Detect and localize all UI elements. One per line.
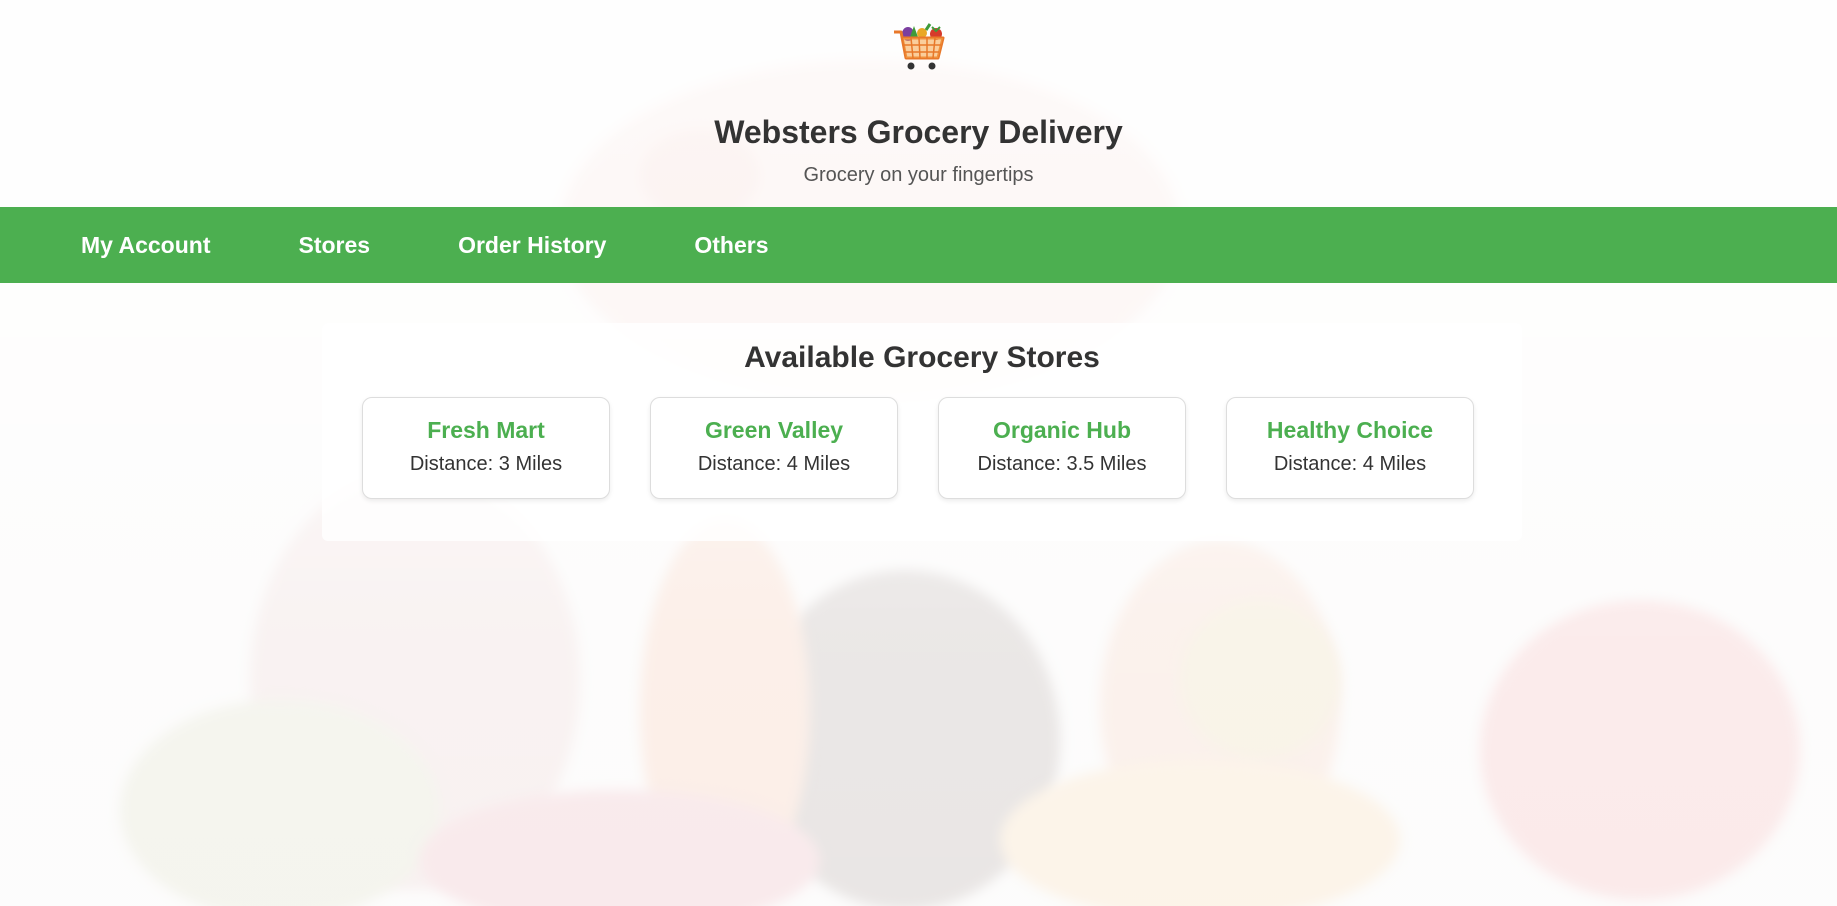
nav-item-others[interactable]: Others — [694, 232, 768, 259]
store-distance: Distance: 4 Miles — [697, 453, 851, 475]
store-distance: Distance: 3.5 Miles — [977, 453, 1147, 475]
nav-item-stores[interactable]: Stores — [299, 232, 371, 259]
store-distance: Distance: 3 Miles — [409, 453, 563, 475]
shopping-cart-logo-icon — [893, 23, 944, 70]
stores-heading: Available Grocery Stores — [744, 341, 1100, 374]
stores-panel: Available Grocery Stores Fresh Mart Dist… — [322, 323, 1522, 541]
store-distance: Distance: 4 Miles — [1273, 453, 1427, 475]
store-card-fresh-mart[interactable]: Fresh Mart Distance: 3 Miles — [362, 397, 610, 499]
store-name: Healthy Choice — [1266, 417, 1434, 443]
site-tagline: Grocery on your fingertips — [803, 164, 1034, 186]
nav-item-order-history[interactable]: Order History — [458, 232, 606, 259]
store-card-organic-hub[interactable]: Organic Hub Distance: 3.5 Miles — [938, 397, 1186, 499]
site-header: Websters Grocery Delivery Grocery on you… — [0, 0, 1837, 207]
store-name: Fresh Mart — [427, 417, 545, 443]
store-card-list: Fresh Mart Distance: 3 Miles Green Valle… — [362, 397, 1474, 499]
nav-item-my-account[interactable]: My Account — [81, 232, 211, 259]
store-name: Organic Hub — [992, 417, 1131, 443]
main-navigation-bar: My Account Stores Order History Others — [0, 207, 1837, 283]
store-card-green-valley[interactable]: Green Valley Distance: 4 Miles — [650, 397, 898, 499]
store-name: Green Valley — [704, 417, 844, 443]
site-title: Websters Grocery Delivery — [714, 114, 1123, 150]
store-card-healthy-choice[interactable]: Healthy Choice Distance: 4 Miles — [1226, 397, 1474, 499]
